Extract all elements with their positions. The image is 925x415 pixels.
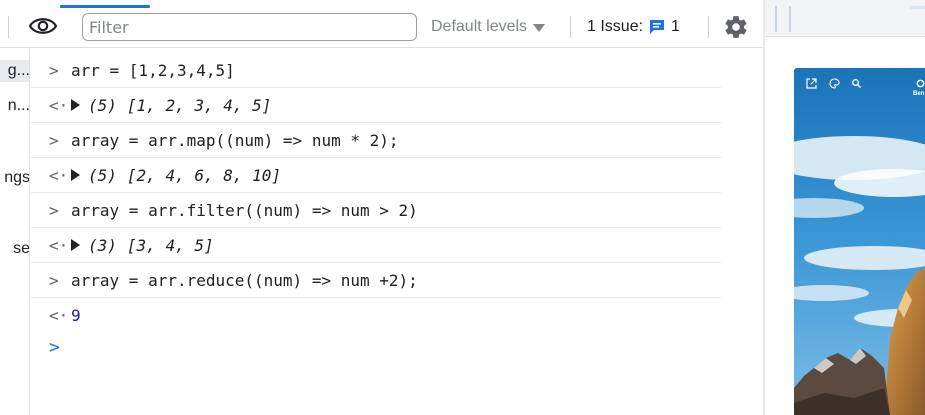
console-output-line: <· (5) [2, 4, 6, 8, 10]	[31, 158, 721, 193]
input-prompt: >	[49, 130, 59, 150]
issues-counter-button[interactable]: 1 Issue: 1	[587, 16, 680, 38]
issues-count: 1	[671, 18, 680, 35]
external-link-icon[interactable]	[806, 78, 817, 89]
console-input-line: > array = arr.filter((num) => num > 2)	[31, 193, 721, 228]
expand-triangle-icon[interactable]	[71, 99, 80, 111]
output-prompt: <·	[49, 165, 69, 185]
toolbar-separator	[708, 16, 709, 38]
console-sidebar: g... n... ngs se	[0, 48, 30, 415]
output-prompt: <·	[49, 306, 69, 325]
console-input-line: > array = arr.reduce((num) => num +2);	[31, 263, 721, 298]
input-prompt: >	[49, 270, 59, 290]
pane-divider[interactable]	[763, 0, 765, 415]
default-levels-label: Default levels	[431, 18, 528, 35]
array-length: (5)	[88, 95, 117, 115]
console-toolbar: Default levels 1 Issue: 1	[0, 0, 763, 48]
output-prompt: <·	[49, 235, 69, 255]
console-code: array = arr.reduce((num) => num +2);	[71, 270, 418, 290]
console-result[interactable]: [1, 2, 3, 4, 5]	[127, 96, 272, 115]
console-output[interactable]: > arr = [1,2,3,4,5] <· (5) [1, 2, 3, 4, …	[31, 48, 763, 415]
chevron-down-icon	[533, 24, 546, 32]
message-icon	[650, 20, 665, 34]
console-output-line: <· 9	[31, 298, 721, 333]
toolbar-separator	[775, 6, 777, 32]
expand-triangle-icon[interactable]	[71, 169, 80, 181]
toolbar-separator	[789, 6, 791, 32]
console-result[interactable]: [2, 4, 6, 8, 10]	[127, 166, 281, 185]
preview-tab-indicator	[910, 6, 925, 9]
expand-triangle-icon[interactable]	[71, 239, 80, 251]
console-output-line: <· (3) [3, 4, 5]	[31, 228, 721, 263]
console-input-line: > arr = [1,2,3,4,5]	[31, 53, 721, 88]
settings-icon[interactable]	[915, 78, 925, 89]
array-length: (5)	[88, 165, 117, 185]
default-levels-dropdown[interactable]: Default levels	[431, 16, 546, 38]
issues-label: 1 Issue:	[587, 18, 644, 35]
console-input-line: > array = arr.map((num) => num * 2);	[31, 123, 721, 158]
console-result: 9	[71, 306, 81, 325]
console-code: array = arr.filter((num) => num > 2)	[71, 200, 418, 220]
sidebar-item[interactable]: n...	[0, 95, 29, 117]
console-active-prompt[interactable]: >	[49, 337, 60, 358]
search-icon[interactable]	[851, 78, 862, 89]
gear-icon[interactable]	[723, 14, 749, 40]
console-result[interactable]: [3, 4, 5]	[127, 236, 214, 255]
landscape-image	[794, 68, 925, 415]
console-code: array = arr.map((num) => num * 2);	[71, 130, 399, 150]
sidebar-item[interactable]: ngs	[0, 167, 29, 189]
sidebar-item[interactable]: se	[0, 238, 29, 260]
input-prompt: >	[49, 200, 59, 220]
page-preview-image: Ben	[794, 68, 925, 415]
array-length: (3)	[88, 235, 117, 255]
toolbar-separator	[8, 16, 9, 38]
active-tab-indicator	[60, 5, 150, 8]
output-prompt: <·	[49, 95, 69, 115]
eye-icon[interactable]	[28, 15, 58, 37]
console-code: arr = [1,2,3,4,5]	[71, 60, 235, 80]
input-prompt: >	[49, 60, 59, 80]
palette-icon[interactable]	[829, 78, 840, 89]
preview-toolbar-icons	[794, 68, 925, 98]
preview-toolbar	[765, 0, 925, 37]
toolbar-separator	[570, 16, 571, 38]
console-output-line: <· (5) [1, 2, 3, 4, 5]	[31, 88, 721, 123]
preview-label: Ben	[913, 91, 925, 97]
sidebar-item[interactable]: g...	[0, 60, 29, 82]
filter-input[interactable]	[82, 13, 417, 41]
